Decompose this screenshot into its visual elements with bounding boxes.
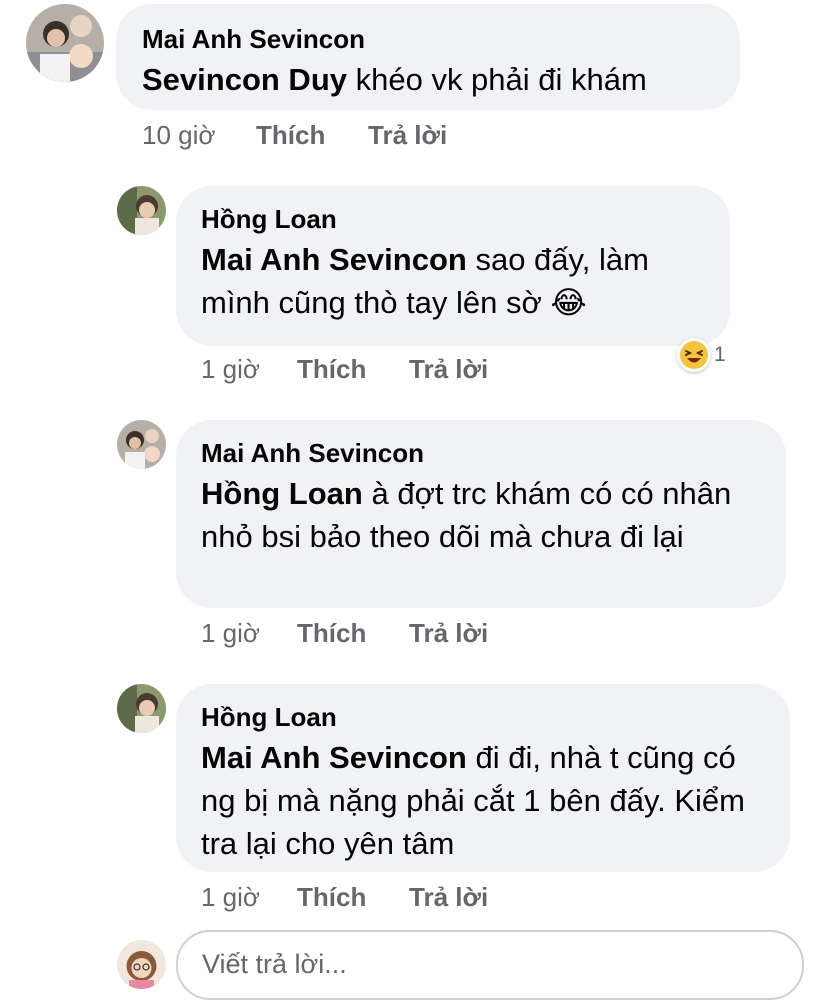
like-button[interactable]: Thích bbox=[297, 882, 366, 913]
like-button[interactable]: Thích bbox=[297, 618, 366, 649]
mention-link[interactable]: Mai Anh Sevincon bbox=[201, 740, 467, 775]
reply-input[interactable]: Viết trả lời... bbox=[176, 930, 804, 1000]
avatar[interactable] bbox=[117, 186, 166, 235]
avatar[interactable] bbox=[117, 684, 166, 733]
reply-button[interactable]: Trả lời bbox=[409, 618, 488, 649]
laughing-face-icon bbox=[677, 338, 711, 372]
comment-time[interactable]: 1 giờ bbox=[201, 354, 260, 385]
comment-author[interactable]: Mai Anh Sevincon bbox=[201, 438, 424, 469]
mention-link[interactable]: Sevincon Duy bbox=[142, 62, 347, 97]
mention-link[interactable]: Hồng Loan bbox=[201, 476, 363, 511]
comment-text: Hồng Loan à đợt trc khám có có nhân nhỏ … bbox=[201, 476, 732, 554]
reply-input-placeholder: Viết trả lời... bbox=[202, 949, 347, 979]
avatar[interactable] bbox=[26, 4, 104, 82]
comment-time[interactable]: 10 giờ bbox=[142, 120, 215, 151]
comment-text: Mai Anh Sevincon đi đi, nhà t cũng có ng… bbox=[201, 740, 745, 861]
comment-time[interactable]: 1 giờ bbox=[201, 882, 260, 913]
avatar[interactable] bbox=[117, 420, 166, 469]
comment-author[interactable]: Hồng Loan bbox=[201, 702, 337, 733]
comment-author[interactable]: Mai Anh Sevincon bbox=[142, 24, 365, 55]
comment-text: Sevincon Duy khéo vk phải đi khám bbox=[142, 62, 647, 97]
reaction-summary[interactable]: 1 bbox=[677, 338, 726, 372]
reaction-count: 1 bbox=[714, 343, 726, 366]
reply-button[interactable]: Trả lời bbox=[368, 120, 447, 151]
reply-button[interactable]: Trả lời bbox=[409, 354, 488, 385]
comment-time[interactable]: 1 giờ bbox=[201, 618, 260, 649]
like-button[interactable]: Thích bbox=[297, 354, 366, 385]
comment-text: Mai Anh Sevincon sao đấy, làm mình cũng … bbox=[201, 242, 649, 320]
mention-link[interactable]: Mai Anh Sevincon bbox=[201, 242, 467, 277]
comment-author[interactable]: Hồng Loan bbox=[201, 204, 337, 235]
like-button[interactable]: Thích bbox=[256, 120, 325, 151]
reply-button[interactable]: Trả lời bbox=[409, 882, 488, 913]
current-user-avatar bbox=[117, 940, 166, 989]
